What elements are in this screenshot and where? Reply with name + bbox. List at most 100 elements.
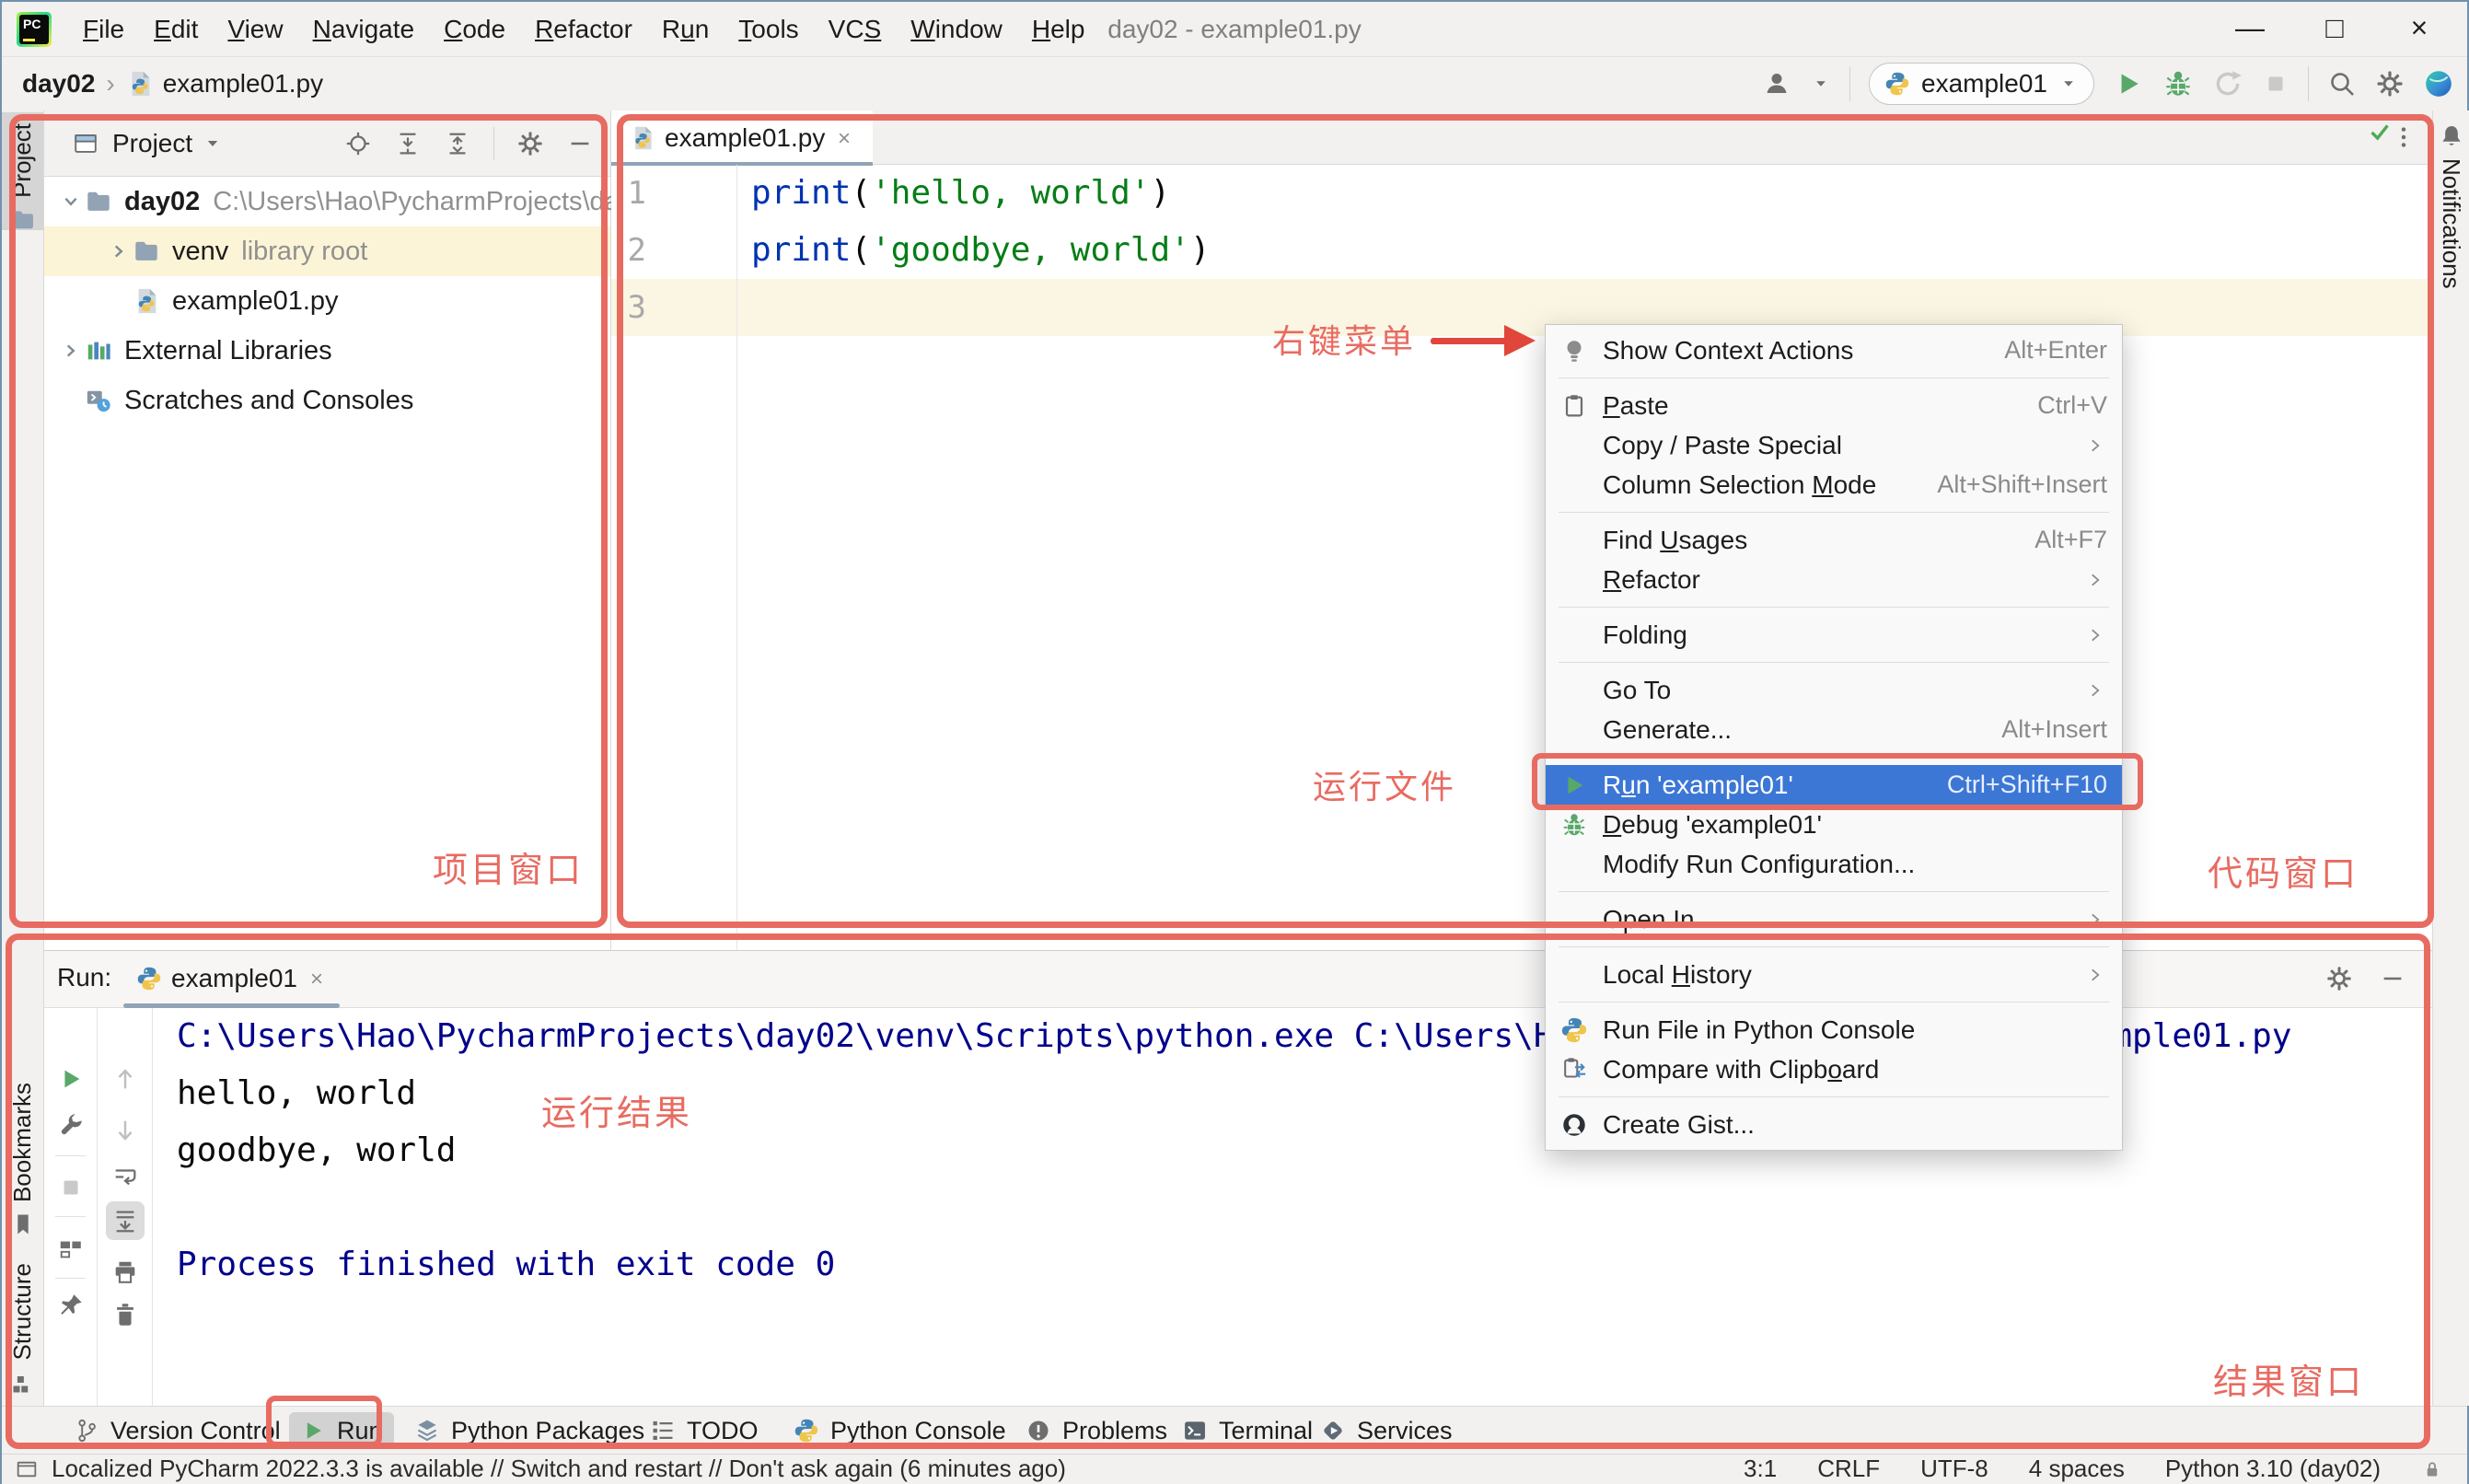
user-icon[interactable] [1763,69,1792,99]
tool-window-button-todo[interactable]: TODO [639,1412,770,1449]
panel-settings-gear-icon[interactable] [2325,965,2353,992]
tool-window-button-run[interactable]: Run [289,1412,394,1449]
close-tab-icon[interactable] [834,128,854,148]
editor-tab-example01[interactable]: example01.py [611,110,873,165]
rerun-button[interactable] [57,1065,85,1093]
close-button[interactable]: × [2377,2,2462,57]
status-line-separator[interactable]: CRLF [1817,1455,1880,1483]
context-menu-item-local-history[interactable]: Local History [1546,955,2122,994]
panel-settings-gear-icon[interactable] [516,130,544,157]
menu-code[interactable]: Code [429,3,520,56]
tool-window-button-version-control[interactable]: Version Control [63,1412,292,1449]
hide-panel-button[interactable] [2379,965,2406,992]
stripe-tab-bookmarks[interactable]: Bookmarks [8,1083,37,1202]
menu-refactor[interactable]: Refactor [520,3,647,56]
locate-file-button[interactable] [344,130,372,157]
context-menu-item-find-usages[interactable]: Find UsagesAlt+F7 [1546,520,2122,560]
tool-window-button-terminal[interactable]: Terminal [1171,1412,1324,1449]
collapse-all-button[interactable] [444,130,471,157]
soft-wrap-icon[interactable] [111,1163,139,1190]
run-configuration-select[interactable]: example01 [1869,63,2094,105]
expand-all-button[interactable] [394,130,422,157]
tool-window-button-python-packages[interactable]: Python Packages [403,1412,655,1449]
status-python-interpreter[interactable]: Python 3.10 (day02) [2165,1455,2381,1483]
chevron-right-icon[interactable] [105,238,133,265]
chevron-right-icon[interactable] [57,337,85,365]
context-menu-item-refactor[interactable]: Refactor [1546,560,2122,599]
run-button[interactable] [2113,68,2144,99]
scroll-to-end-button[interactable] [106,1201,145,1240]
run-tab-example01[interactable]: example01 [120,951,343,1006]
context-menu-item-go-to[interactable]: Go To [1546,670,2122,710]
tree-item-day02[interactable]: day02C:\Users\Hao\PycharmProjects\day02 [44,177,610,226]
settings-gear-icon[interactable] [2375,69,2405,99]
status-message[interactable]: Localized PyCharm 2022.3.3 is available … [52,1455,1066,1483]
event-log-window-icon[interactable] [15,1457,39,1481]
menu-view[interactable]: View [213,3,297,56]
context-menu-item-run-file-in-python-console[interactable]: Run File in Python Console [1546,1010,2122,1049]
search-everywhere-icon[interactable] [2327,69,2357,99]
tool-window-button-python-console[interactable]: Python Console [782,1412,1017,1449]
stripe-tab-project[interactable]: Project [8,123,37,198]
breadcrumb-file[interactable]: example01.py [163,69,323,99]
menu-run[interactable]: Run [647,3,724,56]
menu-window[interactable]: Window [896,3,1017,56]
debug-button[interactable] [2162,68,2194,99]
menu-help[interactable]: Help [1017,3,1100,56]
context-menu-item-column-selection-mode[interactable]: Column Selection ModeAlt+Shift+Insert [1546,465,2122,504]
context-menu-item-paste[interactable]: PasteCtrl+V [1546,386,2122,425]
tool-window-button-services[interactable]: Services [1309,1412,1464,1449]
context-menu-item-modify-run-configuration[interactable]: Modify Run Configuration... [1546,844,2122,884]
code-line-2[interactable]: print('goodbye, world') [751,222,1211,279]
context-menu-item-generate[interactable]: Generate...Alt+Insert [1546,710,2122,749]
context-menu-item-open-in[interactable]: Open In [1546,899,2122,939]
edit-configuration-wrench-icon[interactable] [57,1111,85,1139]
gradient-sphere-icon[interactable] [2423,68,2454,99]
run-with-coverage-button[interactable] [2212,68,2243,99]
status-indent-size[interactable]: 4 spaces [2029,1455,2125,1483]
python-file-icon [133,287,160,315]
stripe-tab-structure[interactable]: Structure [8,1263,37,1361]
context-menu-item-folding[interactable]: Folding [1546,615,2122,655]
tree-item-venv[interactable]: venvlibrary root [44,226,610,276]
tool-window-button-label: Python Console [830,1417,1006,1445]
menu-edit[interactable]: Edit [139,3,213,56]
context-menu-item-debug-example01[interactable]: Debug 'example01' [1546,805,2122,844]
chevron-down-icon[interactable] [202,133,224,155]
maximize-button[interactable]: □ [2292,2,2377,57]
menu-icon-spacer [1560,566,1588,594]
project-panel-title[interactable]: Project [112,129,192,158]
bell-icon [2439,123,2464,149]
status-file-encoding[interactable]: UTF-8 [1920,1455,1988,1483]
chevron-down-icon[interactable] [57,188,85,215]
tree-item-scratches-and-consoles[interactable]: Scratches and Consoles [44,376,610,425]
editor-body[interactable]: 1print('hello, world')2print('goodbye, w… [611,165,2432,950]
restore-layout-icon[interactable] [57,1235,85,1263]
stripe-tab-notifications[interactable]: Notifications [2437,158,2465,289]
tree-item-external-libraries[interactable]: External Libraries [44,326,610,376]
context-menu-item-copy-paste-special[interactable]: Copy / Paste Special [1546,425,2122,465]
close-tab-icon[interactable] [307,968,327,989]
services-icon [1320,1418,1346,1443]
pin-tab-icon[interactable] [57,1292,85,1319]
context-menu-item-create-gist[interactable]: Create Gist... [1546,1105,2122,1144]
tool-window-button-problems[interactable]: Problems [1014,1412,1178,1449]
context-menu-item-show-context-actions[interactable]: Show Context ActionsAlt+Enter [1546,330,2122,370]
breadcrumb-project[interactable]: day02 [22,69,95,99]
print-icon[interactable] [111,1258,139,1286]
menu-navigate[interactable]: Navigate [298,3,430,56]
menu-file[interactable]: File [68,3,139,56]
menu-tools[interactable]: Tools [724,3,813,56]
context-menu-item-compare-with-clip-board[interactable]: Compare with Clipboard [1546,1049,2122,1089]
menu-bar: FileEditViewNavigateCodeRefactorRunTools… [68,3,1099,56]
code-line-1[interactable]: print('hello, world') [751,165,1170,222]
editor-options-icon[interactable] [2390,123,2417,151]
hide-panel-button[interactable] [566,130,594,157]
minimize-button[interactable]: — [2208,2,2292,57]
terminal-icon [1182,1418,1208,1443]
menu-vcs[interactable]: VCS [814,3,897,56]
tree-item-example01-py[interactable]: example01.py [44,276,610,326]
status-caret-position[interactable]: 3:1 [1744,1455,1777,1483]
clear-all-trash-icon[interactable] [111,1301,139,1328]
context-menu-item-run-example01[interactable]: Run 'example01'Ctrl+Shift+F10 [1546,765,2122,805]
